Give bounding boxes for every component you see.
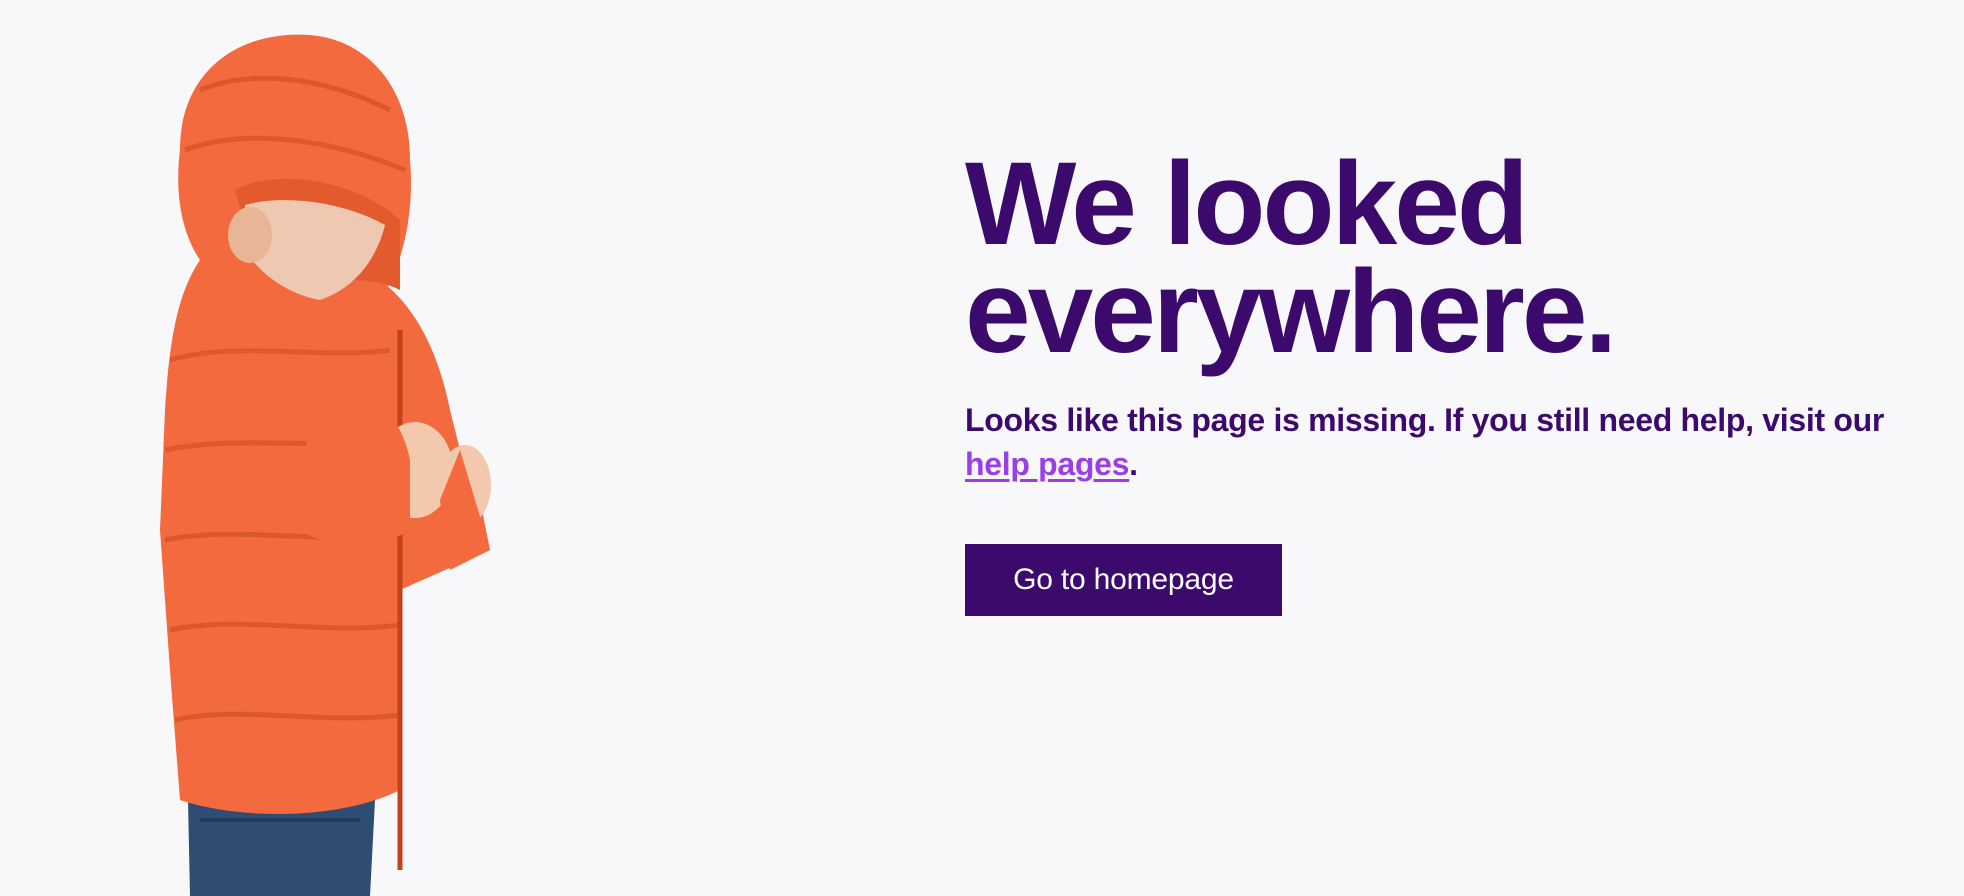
help-pages-link[interactable]: help pages: [965, 446, 1129, 482]
not-found-page: We looked everywhere. Looks like this pa…: [0, 0, 1964, 896]
headline-line-2: everywhere.: [965, 246, 1617, 378]
not-found-content: We looked everywhere. Looks like this pa…: [965, 145, 1925, 616]
missing-page-message: Looks like this page is missing. If you …: [965, 398, 1925, 486]
message-text: Looks like this page is missing. If you …: [965, 402, 1885, 438]
message-period: .: [1129, 446, 1138, 482]
go-to-homepage-button[interactable]: Go to homepage: [965, 544, 1282, 616]
child-in-jacket-illustration: [160, 34, 491, 896]
page-headline: We looked everywhere.: [965, 145, 1925, 371]
